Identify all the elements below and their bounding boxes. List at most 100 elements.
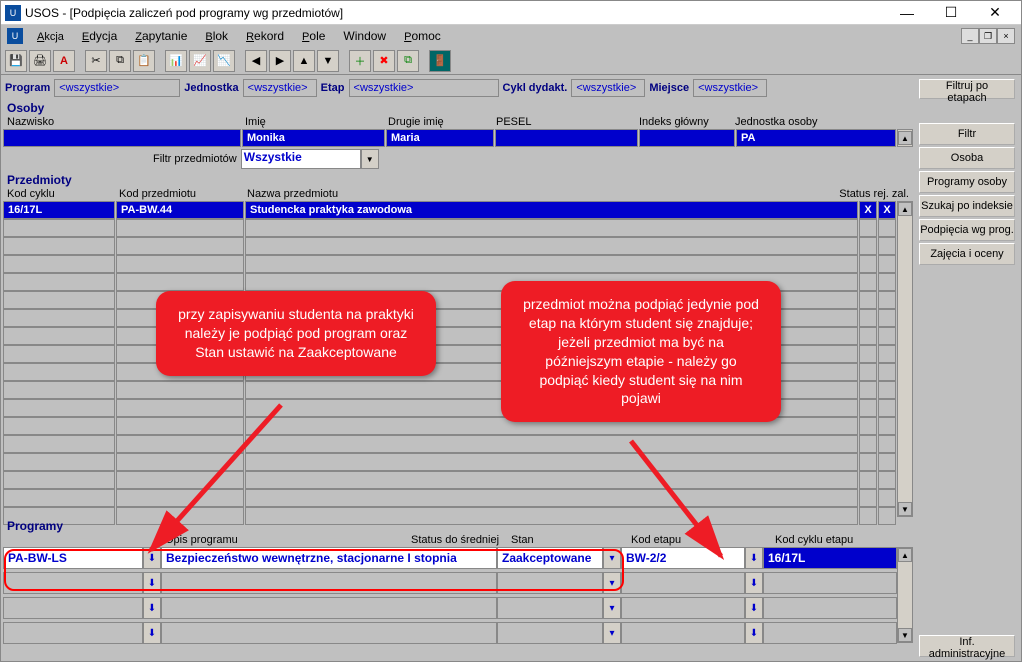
menu-zapytanie[interactable]: Zapytanie xyxy=(127,27,195,45)
program-row-empty[interactable]: ⬇ ▾ ⬇ xyxy=(3,622,897,644)
mdi-restore[interactable]: ❐ xyxy=(979,28,997,44)
mdi-minimize[interactable]: _ xyxy=(961,28,979,44)
tool-remove-icon[interactable]: ✖ xyxy=(373,50,395,72)
lov-etap-icon[interactable]: ⬇ xyxy=(745,547,763,569)
scroll-up-icon[interactable]: ▲ xyxy=(898,202,912,216)
tool-next-icon[interactable]: ▶ xyxy=(269,50,291,72)
tool-cut-icon[interactable]: ✂ xyxy=(85,50,107,72)
subject-scrollbar[interactable]: ▲ ▼ xyxy=(897,201,913,517)
szukaj-po-indeksie-button[interactable]: Szukaj po indeksie xyxy=(919,195,1015,217)
subject-row-empty[interactable] xyxy=(3,453,897,471)
subject-row-empty[interactable] xyxy=(3,471,897,489)
stan-dropdown-icon[interactable]: ▾ xyxy=(603,547,621,569)
lov-prog-icon[interactable]: ⬇ xyxy=(143,547,161,569)
subj-cykl[interactable]: 16/17L xyxy=(3,201,115,219)
miejsce-filter[interactable]: <wszystkie> xyxy=(693,79,767,97)
tool-a-icon[interactable]: A xyxy=(53,50,75,72)
scroll-up-icon[interactable]: ▲ xyxy=(898,548,912,562)
subject-row-1[interactable]: 16/17L PA-BW.44 Studencka praktyka zawod… xyxy=(3,201,897,219)
tool-dup-icon[interactable]: ⧉ xyxy=(397,50,419,72)
person-pesel[interactable] xyxy=(495,129,638,147)
tool-save-icon[interactable]: 💾 xyxy=(5,50,27,72)
hdr-nazwa: Nazwa przedmiotu xyxy=(245,187,821,201)
program-scrollbar[interactable]: ▲ ▼ xyxy=(897,547,913,643)
etap-label: Etap xyxy=(321,82,345,94)
program-row-empty[interactable]: ⬇ ▾ ⬇ xyxy=(3,597,897,619)
subj-kod[interactable]: PA-BW.44 xyxy=(116,201,244,219)
combo-dropdown-icon[interactable]: ▼ xyxy=(361,149,379,169)
person-row[interactable]: Monika Maria PA xyxy=(3,129,897,147)
app-window: U USOS - [Podpięcia zaliczeń pod program… xyxy=(0,0,1022,662)
hdr-nazwisko: Nazwisko xyxy=(5,115,243,129)
tool-print-icon[interactable]: 🖨 xyxy=(29,50,51,72)
prog-kod[interactable]: PA-BW-LS xyxy=(3,547,143,569)
close-button[interactable]: ✕ xyxy=(973,2,1017,24)
inf-administracyjne-button[interactable]: Inf. administracyjne xyxy=(919,635,1015,657)
filter-row: Program <wszystkie> Jednostka <wszystkie… xyxy=(3,77,913,99)
podpiecia-wg-prog-button[interactable]: Podpięcia wg prog. xyxy=(919,219,1015,241)
prog-kodcyk[interactable]: 16/17L xyxy=(763,547,897,569)
scroll-down-icon[interactable]: ▼ xyxy=(898,502,912,516)
menu-pomoc[interactable]: Pomoc xyxy=(396,27,449,45)
subj-nazwa[interactable]: Studencka praktyka zawodowa xyxy=(245,201,858,219)
menu-window[interactable]: Window xyxy=(335,27,394,45)
menu-rekord[interactable]: Rekord xyxy=(238,27,292,45)
mdi-close[interactable]: × xyxy=(997,28,1015,44)
menu-edycja[interactable]: Edycja xyxy=(74,27,125,45)
scroll-up-icon[interactable]: ▲ xyxy=(898,131,912,145)
menu-blok[interactable]: Blok xyxy=(197,27,236,45)
program-row-1[interactable]: PA-BW-LS ⬇ Bezpieczeństwo wewnętrzne, st… xyxy=(3,547,897,569)
tool-down-icon[interactable]: ▼ xyxy=(317,50,339,72)
programy-osoby-button[interactable]: Programy osoby xyxy=(919,171,1015,193)
window-title: USOS - [Podpięcia zaliczeń pod programy … xyxy=(25,6,885,20)
hdr-indeks: Indeks główny xyxy=(637,115,733,129)
etap-filter[interactable]: <wszystkie> xyxy=(349,79,499,97)
minimize-button[interactable]: — xyxy=(885,2,929,24)
subject-row-empty[interactable] xyxy=(3,255,897,273)
filtruj-po-etapach-button[interactable]: Filtruj po etapach xyxy=(919,79,1015,99)
subject-row-empty[interactable] xyxy=(3,489,897,507)
zajecia-i-oceny-button[interactable]: Zajęcia i oceny xyxy=(919,243,1015,265)
program-row-empty[interactable]: ⬇ ▾ ⬇ xyxy=(3,572,897,594)
hdr-stan: Stan xyxy=(509,533,629,547)
tool-chart1-icon[interactable]: 📊 xyxy=(165,50,187,72)
prog-stan[interactable]: Zaakceptowane xyxy=(497,547,603,569)
filtr-button[interactable]: Filtr xyxy=(919,123,1015,145)
tool-paste-icon[interactable]: 📋 xyxy=(133,50,155,72)
tool-add-icon[interactable]: ＋ xyxy=(349,50,371,72)
subject-row-empty[interactable] xyxy=(3,435,897,453)
scroll-down-icon[interactable]: ▼ xyxy=(898,628,912,642)
tool-chart2-icon[interactable]: 📈 xyxy=(189,50,211,72)
osoba-button[interactable]: Osoba xyxy=(919,147,1015,169)
subj-status2[interactable]: X xyxy=(878,201,896,219)
prog-opis[interactable]: Bezpieczeństwo wewnętrzne, stacjonarne I… xyxy=(161,547,497,569)
tool-exit-icon[interactable]: 🚪 xyxy=(429,50,451,72)
tool-up-icon[interactable]: ▲ xyxy=(293,50,315,72)
jednostka-filter[interactable]: <wszystkie> xyxy=(243,79,317,97)
tool-first-icon[interactable]: ◀ xyxy=(245,50,267,72)
filtr-przedmiotow-combo[interactable]: Wszystkie xyxy=(241,149,361,169)
person-indeks[interactable] xyxy=(639,129,735,147)
subject-row-empty[interactable] xyxy=(3,237,897,255)
person-drugie[interactable]: Maria xyxy=(386,129,494,147)
tool-chart3-icon[interactable]: 📉 xyxy=(213,50,235,72)
person-imie[interactable]: Monika xyxy=(242,129,385,147)
person-scroll[interactable]: ▲ xyxy=(897,129,913,147)
tool-copy-icon[interactable]: ⧉ xyxy=(109,50,131,72)
person-header: Nazwisko Imię Drugie imię PESEL Indeks g… xyxy=(3,115,913,129)
przedmioty-title: Przedmioty xyxy=(3,171,913,187)
person-jedn[interactable]: PA xyxy=(736,129,896,147)
subject-row-empty[interactable] xyxy=(3,219,897,237)
menu-akcja[interactable]: Akcja xyxy=(29,27,72,45)
cykl-filter[interactable]: <wszystkie> xyxy=(571,79,645,97)
subj-status1[interactable]: X xyxy=(859,201,877,219)
callout-left: przy zapisywaniu studenta na praktyki na… xyxy=(156,291,436,376)
filtr-przedmiotow-label: Filtr przedmiotów xyxy=(153,153,237,165)
right-button-panel: Filtruj po etapach Filtr Osoba Programy … xyxy=(915,77,1019,659)
person-nazwisko[interactable] xyxy=(3,129,241,147)
hdr-status: Status rej. zal. xyxy=(821,187,911,201)
prog-kodet[interactable]: BW-2/2 xyxy=(621,547,745,569)
maximize-button[interactable]: ☐ xyxy=(929,2,973,24)
menu-pole[interactable]: Pole xyxy=(294,27,333,45)
program-filter[interactable]: <wszystkie> xyxy=(54,79,180,97)
